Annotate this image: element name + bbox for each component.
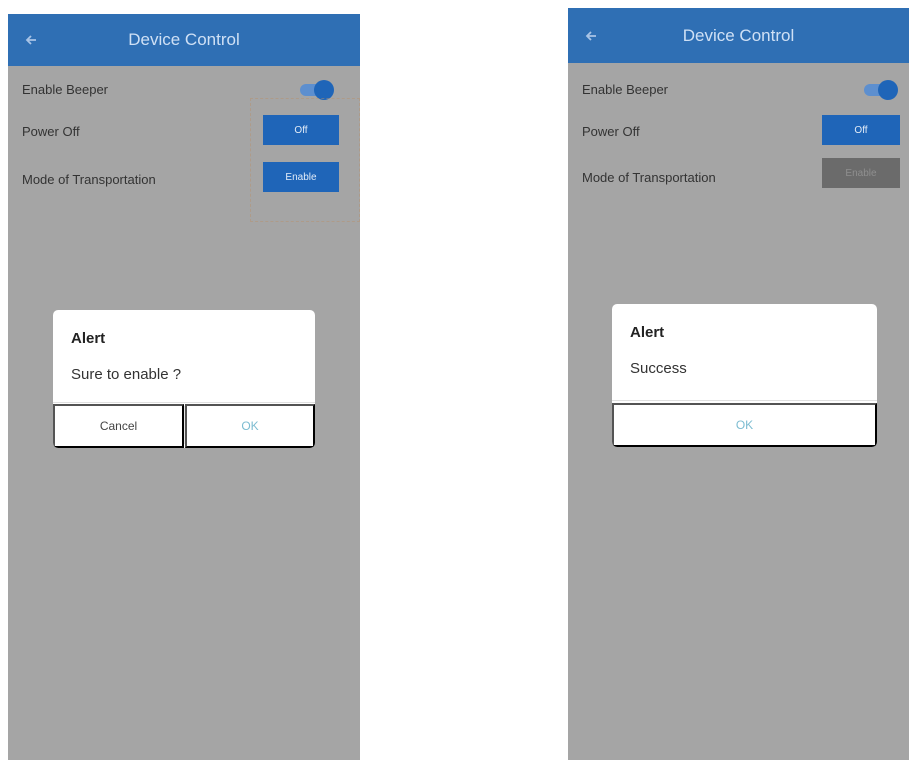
transport-mode-label: Mode of Transportation	[582, 170, 716, 185]
transport-mode-button[interactable]: Enable	[822, 158, 900, 188]
page-title: Device Control	[128, 30, 240, 49]
dialog-divider	[612, 400, 877, 401]
toggle-knob	[314, 80, 334, 100]
cancel-button[interactable]: Cancel	[53, 404, 184, 448]
right-phone-screen: Device Control Enable Beeper Power Off O…	[568, 8, 909, 760]
toggle-knob	[878, 80, 898, 100]
transport-mode-label: Mode of Transportation	[22, 172, 156, 187]
confirm-dialog: Alert Sure to enable ? Cancel OK	[53, 310, 315, 448]
dialog-message: Success	[630, 360, 687, 377]
beeper-label: Enable Beeper	[22, 82, 109, 97]
beeper-toggle[interactable]	[864, 80, 898, 100]
power-off-label: Power Off	[22, 124, 80, 139]
ok-button[interactable]: OK	[612, 403, 877, 447]
dialog-title: Alert	[630, 324, 665, 341]
transport-mode-row: Mode of Transportation Enable	[568, 156, 909, 196]
ok-button[interactable]: OK	[185, 404, 315, 448]
power-off-row: Power Off Off	[568, 112, 909, 152]
dialog-divider	[53, 402, 315, 403]
dialog-message: Sure to enable ?	[71, 366, 182, 383]
page-title: Device Control	[682, 26, 795, 45]
beeper-row: Enable Beeper	[568, 70, 909, 110]
power-off-button[interactable]: Off	[822, 115, 900, 145]
success-dialog: Alert Success OK	[612, 304, 877, 447]
app-bar: Device Control	[568, 8, 909, 63]
guide-outline	[250, 98, 360, 222]
app-bar: Device Control	[8, 14, 360, 66]
power-off-label: Power Off	[582, 124, 640, 139]
beeper-toggle[interactable]	[300, 80, 334, 100]
beeper-label: Enable Beeper	[582, 82, 669, 97]
left-phone-screen: Device Control Enable Beeper Power Off O…	[8, 14, 360, 760]
dialog-title: Alert	[71, 330, 106, 347]
